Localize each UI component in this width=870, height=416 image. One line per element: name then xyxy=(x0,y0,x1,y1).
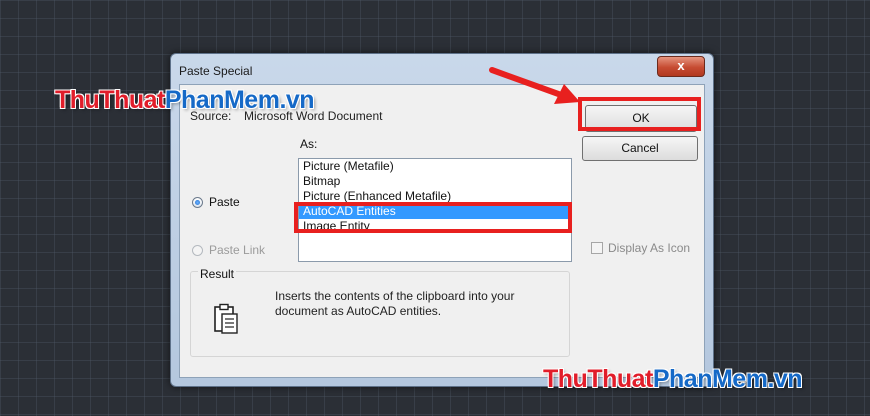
watermark-bottom-part2: PhanMem xyxy=(652,365,768,393)
watermark-top-part1: ThuThuat xyxy=(55,86,165,114)
radio-disabled-icon xyxy=(192,244,203,256)
watermark-bottom-part1: ThuThuat xyxy=(543,365,653,393)
red-arrow-icon xyxy=(489,67,580,104)
paste-link-label: Paste Link xyxy=(209,243,266,257)
close-icon: x xyxy=(677,58,685,73)
watermark-bottom: ThuThuatPhanMem.vn xyxy=(543,365,803,394)
paste-radio[interactable]: Paste xyxy=(192,195,240,209)
result-description: Inserts the contents of the clipboard in… xyxy=(275,289,515,318)
highlight-box-ok xyxy=(578,97,701,131)
as-label: As: xyxy=(300,137,318,151)
clipboard-icon xyxy=(214,303,238,334)
checkbox-icon xyxy=(591,242,603,254)
close-button[interactable]: x xyxy=(657,56,705,77)
display-as-icon-label: Display As Icon xyxy=(608,241,691,255)
display-as-icon-checkbox[interactable]: Display As Icon xyxy=(591,241,690,255)
dialog-body: Source: Microsoft Word Document As: Past… xyxy=(179,84,705,378)
paste-link-radio[interactable]: Paste Link xyxy=(192,243,265,257)
dialog-title: Paste Special xyxy=(179,64,253,78)
watermark-top-part2: PhanMem xyxy=(164,86,280,114)
result-legend: Result xyxy=(198,267,237,281)
watermark-bottom-part3: .vn xyxy=(767,365,803,393)
cancel-button[interactable]: Cancel xyxy=(582,136,698,161)
watermark-top-part3: .vn xyxy=(279,86,315,114)
paste-label: Paste xyxy=(209,195,240,209)
watermark-top: ThuThuatPhanMem.vn xyxy=(55,86,315,115)
radio-selected-icon xyxy=(192,196,203,208)
title-bar[interactable]: Paste Special x xyxy=(171,54,713,84)
highlight-box-autocad-entities xyxy=(294,202,572,233)
list-item-bitmap[interactable]: Bitmap xyxy=(299,174,571,189)
list-item-picture-metafile[interactable]: Picture (Metafile) xyxy=(299,159,571,174)
